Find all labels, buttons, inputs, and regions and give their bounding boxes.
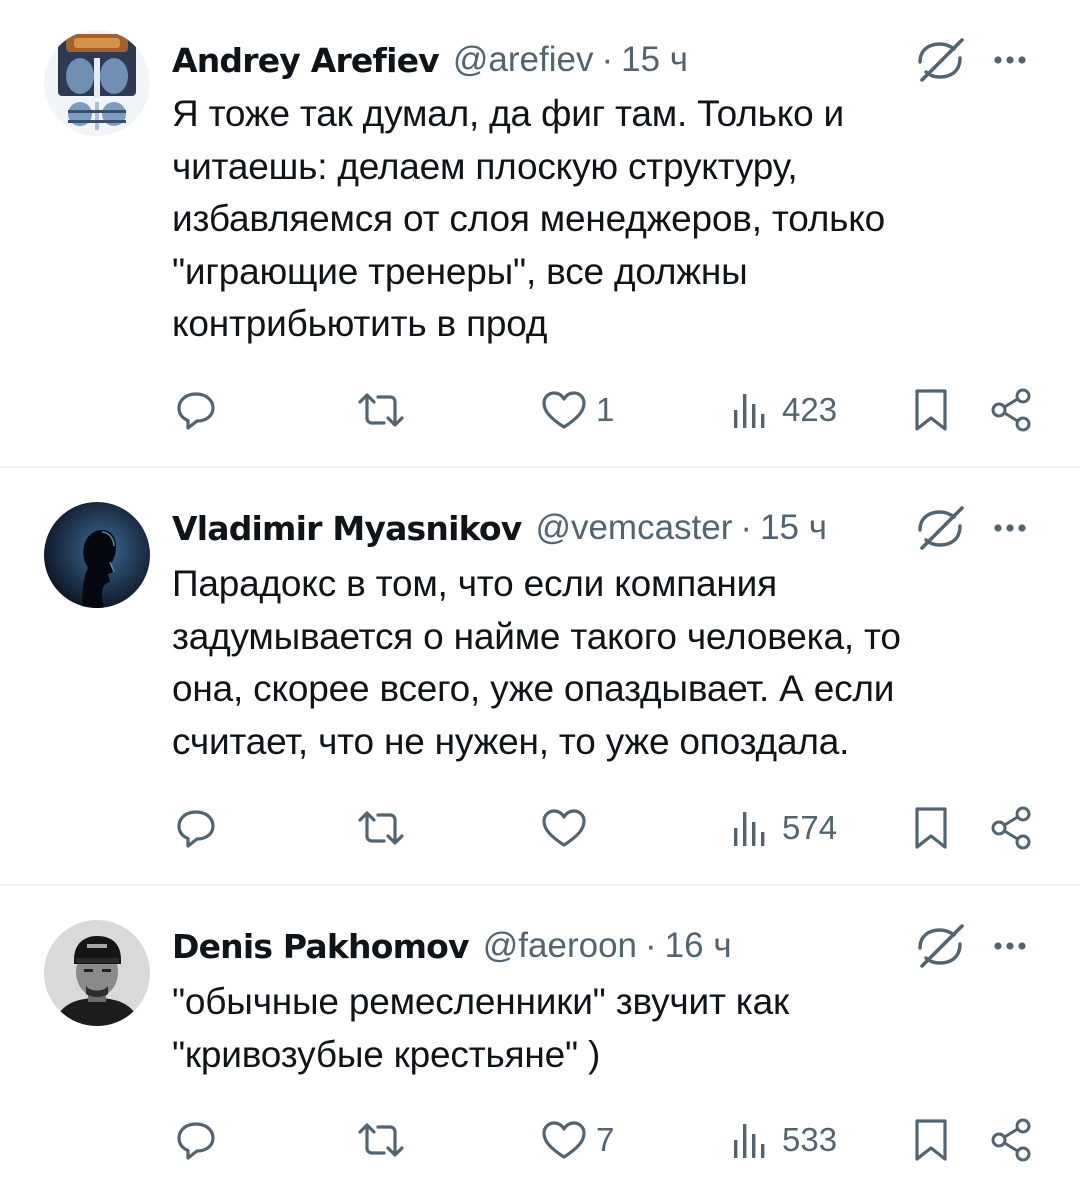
views-count: 574 (782, 809, 838, 846)
repost-button[interactable] (356, 1112, 406, 1168)
heart-icon (542, 391, 586, 429)
post-3[interactable]: Denis Pakhomov @faeroon · 16 ч "обычные … (0, 886, 1080, 1192)
post-2[interactable]: Vladimir Myasnikov @vemcaster · 15 ч Пар… (0, 468, 1080, 884)
like-count: 7 (596, 1121, 615, 1158)
more-icon (994, 942, 1026, 950)
post-text: Я тоже так думал, да фиг там. Только и ч… (172, 93, 886, 345)
avatar[interactable] (44, 502, 150, 608)
grok-button[interactable] (912, 502, 970, 554)
more-button[interactable] (990, 518, 1030, 538)
post-text: "обычные ремесленники" звучит как "криво… (172, 981, 789, 1075)
reply-icon (177, 1122, 215, 1160)
reply-button[interactable] (174, 382, 218, 438)
like-button[interactable]: 7 (540, 1112, 614, 1168)
repost-button[interactable] (356, 382, 406, 438)
action-bar: 7 533 (0, 1112, 1080, 1168)
author-name[interactable]: Denis Pakhomov (172, 927, 470, 966)
post-text: Парадокс в том, что если компания задумы… (172, 563, 901, 762)
repost-icon (358, 1123, 404, 1157)
post-header: Andrey Arefiev @arefiev · 15 ч (172, 34, 688, 86)
share-button[interactable] (988, 800, 1034, 856)
bookmark-button[interactable] (912, 1112, 950, 1168)
reply-button[interactable] (174, 800, 218, 856)
action-bar: 574 (0, 800, 1080, 856)
more-button[interactable] (990, 50, 1030, 70)
repost-icon (358, 811, 404, 845)
post-1[interactable]: Andrey Arefiev @arefiev · 15 ч Я тоже та… (0, 0, 1080, 466)
avatar-xray-image (44, 30, 150, 136)
separator: · (645, 926, 657, 965)
avatar-photo-image (44, 920, 150, 1026)
grok-button[interactable] (912, 920, 970, 972)
views-count: 423 (782, 391, 838, 428)
more-icon (994, 524, 1026, 532)
views-icon (734, 812, 765, 846)
share-button[interactable] (988, 382, 1034, 438)
avatar[interactable] (44, 30, 150, 136)
action-bar: 1 423 (0, 382, 1080, 438)
more-button[interactable] (990, 936, 1030, 956)
views-icon (734, 1124, 765, 1158)
like-button[interactable] (540, 800, 596, 856)
views-icon (734, 394, 765, 428)
views-count: 533 (782, 1121, 838, 1158)
heart-icon (542, 1121, 586, 1159)
post-header: Vladimir Myasnikov @vemcaster · 15 ч (172, 502, 827, 554)
reply-button[interactable] (174, 1112, 218, 1168)
bookmark-button[interactable] (912, 382, 950, 438)
post-time[interactable]: 16 ч (665, 926, 732, 966)
bookmark-icon (915, 389, 947, 431)
heart-icon (542, 809, 586, 847)
like-count: 1 (596, 391, 615, 428)
separator: · (601, 40, 614, 79)
views-button[interactable]: 574 (730, 800, 837, 856)
share-icon (991, 806, 1031, 850)
repost-button[interactable] (356, 800, 406, 856)
grok-icon (918, 38, 964, 82)
share-button[interactable] (988, 1112, 1034, 1168)
grok-icon (918, 924, 964, 968)
bookmark-button[interactable] (912, 800, 950, 856)
author-name[interactable]: Andrey Arefiev (172, 41, 440, 80)
bookmark-icon (915, 1119, 947, 1161)
bookmark-icon (915, 807, 947, 849)
author-handle[interactable]: @arefiev (453, 40, 594, 80)
avatar-silhouette-image (44, 502, 150, 608)
post-time[interactable]: 15 ч (760, 508, 827, 548)
author-name[interactable]: Vladimir Myasnikov (172, 509, 522, 548)
author-handle[interactable]: @faeroon (483, 926, 637, 966)
like-button[interactable]: 1 (540, 382, 614, 438)
post-header: Denis Pakhomov @faeroon · 16 ч (172, 920, 732, 972)
grok-icon (918, 506, 964, 550)
reply-icon (177, 810, 215, 848)
grok-button[interactable] (912, 34, 970, 86)
reply-icon (177, 392, 215, 430)
views-button[interactable]: 533 (730, 1112, 837, 1168)
share-icon (991, 388, 1031, 432)
repost-icon (358, 393, 404, 427)
author-handle[interactable]: @vemcaster (535, 508, 732, 548)
separator: · (740, 508, 753, 547)
post-time[interactable]: 15 ч (621, 40, 688, 80)
avatar[interactable] (44, 920, 150, 1026)
share-icon (991, 1118, 1031, 1162)
more-icon (994, 56, 1026, 64)
views-button[interactable]: 423 (730, 382, 837, 438)
